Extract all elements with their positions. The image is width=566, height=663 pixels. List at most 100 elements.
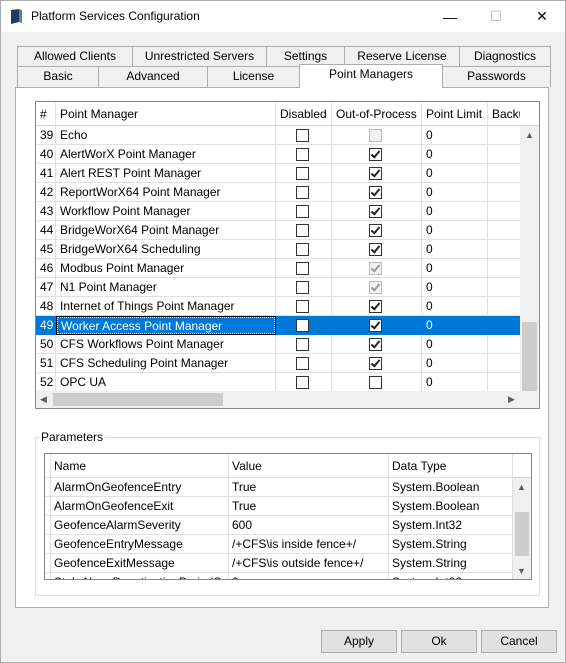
row-number-cell[interactable]: 49 [36, 316, 56, 335]
param-scroll-down-icon[interactable]: ▼ [517, 566, 526, 576]
row-number-cell[interactable]: 41 [36, 164, 56, 183]
scroll-up-icon[interactable]: ▲ [525, 130, 534, 140]
tab-advanced[interactable]: Advanced [98, 66, 208, 87]
out-of-process-cell[interactable] [332, 126, 422, 145]
out-of-process-checkbox[interactable] [369, 243, 382, 256]
table-row[interactable]: 43 Workflow Point Manager 0 [36, 202, 520, 221]
param-type-cell[interactable]: System.Boolean [389, 497, 513, 516]
point-manager-name-cell[interactable]: ReportWorX64 Point Manager [56, 183, 276, 202]
cancel-button[interactable]: Cancel [481, 630, 557, 653]
param-value-cell[interactable]: True [229, 497, 389, 516]
point-manager-name-cell[interactable]: BridgeWorX64 Scheduling [56, 240, 276, 259]
point-limit-cell[interactable]: 0 [422, 145, 488, 164]
tab-passwords[interactable]: Passwords [442, 66, 551, 87]
tab-basic[interactable]: Basic [17, 66, 99, 87]
row-number-cell[interactable]: 42 [36, 183, 56, 202]
out-of-process-cell[interactable] [332, 240, 422, 259]
disabled-checkbox[interactable] [296, 300, 309, 313]
point-manager-name-cell[interactable]: Alert REST Point Manager [56, 164, 276, 183]
disabled-checkbox[interactable] [296, 205, 309, 218]
close-button[interactable]: ✕ [519, 1, 565, 32]
grid-vertical-scrollbar[interactable]: ▲ [520, 126, 539, 394]
tab-allowed-clients[interactable]: Allowed Clients [17, 46, 133, 67]
disabled-cell[interactable] [276, 126, 332, 145]
out-of-process-checkbox[interactable] [369, 148, 382, 161]
disabled-cell[interactable] [276, 373, 332, 392]
point-manager-name-cell[interactable]: Internet of Things Point Manager [56, 297, 276, 316]
out-of-process-checkbox[interactable] [369, 224, 382, 237]
table-row[interactable]: 45 BridgeWorX64 Scheduling 0 [36, 240, 520, 259]
table-row[interactable]: 52 OPC UA 0 [36, 373, 520, 392]
maximize-button[interactable]: ☐ [473, 1, 519, 32]
disabled-checkbox[interactable] [296, 338, 309, 351]
backup-cell[interactable] [488, 221, 520, 240]
disabled-cell[interactable] [276, 297, 332, 316]
table-row[interactable]: 48 Internet of Things Point Manager 0 [36, 297, 520, 316]
out-of-process-cell[interactable] [332, 335, 422, 354]
row-number-cell[interactable]: 44 [36, 221, 56, 240]
disabled-checkbox[interactable] [296, 186, 309, 199]
out-of-process-checkbox[interactable] [369, 205, 382, 218]
backup-cell[interactable] [488, 316, 520, 335]
out-of-process-checkbox[interactable] [369, 376, 382, 389]
disabled-checkbox[interactable] [296, 148, 309, 161]
disabled-cell[interactable] [276, 278, 332, 297]
out-of-process-cell[interactable] [332, 259, 422, 278]
out-of-process-cell[interactable] [332, 164, 422, 183]
disabled-checkbox[interactable] [296, 243, 309, 256]
out-of-process-checkbox[interactable] [369, 167, 382, 180]
point-limit-cell[interactable]: 0 [422, 259, 488, 278]
out-of-process-cell[interactable] [332, 354, 422, 373]
out-of-process-checkbox[interactable] [369, 300, 382, 313]
table-row[interactable]: 39 Echo 0 [36, 126, 520, 145]
scroll-right-icon[interactable]: ▶ [508, 394, 515, 405]
row-number-cell[interactable]: 50 [36, 335, 56, 354]
disabled-cell[interactable] [276, 202, 332, 221]
row-number-cell[interactable]: 43 [36, 202, 56, 221]
point-manager-name-cell[interactable]: AlertWorX Point Manager [56, 145, 276, 164]
row-number-cell[interactable]: 48 [36, 297, 56, 316]
param-value-cell[interactable]: True [229, 478, 389, 497]
ok-button[interactable]: Ok [401, 630, 477, 653]
param-type-cell[interactable]: System.Boolean [389, 478, 513, 497]
out-of-process-cell[interactable] [332, 297, 422, 316]
point-manager-name-cell[interactable]: CFS Scheduling Point Manager [56, 354, 276, 373]
param-value-cell[interactable]: 600 [229, 516, 389, 535]
disabled-cell[interactable] [276, 240, 332, 259]
point-manager-name-cell[interactable]: N1 Point Manager [56, 278, 276, 297]
point-limit-cell[interactable]: 0 [422, 221, 488, 240]
tab-license[interactable]: License [207, 66, 300, 87]
table-row[interactable]: 42 ReportWorX64 Point Manager 0 [36, 183, 520, 202]
out-of-process-cell[interactable] [332, 183, 422, 202]
tab-diagnostics[interactable]: Diagnostics [459, 46, 551, 67]
row-number-cell[interactable]: 52 [36, 373, 56, 392]
param-col-value[interactable]: Value [229, 454, 389, 478]
param-value-cell[interactable]: 0 [229, 573, 389, 579]
out-of-process-checkbox[interactable] [369, 319, 382, 332]
scroll-left-icon[interactable]: ◀ [40, 394, 47, 405]
point-manager-grid[interactable]: # Point Manager Disabled Out-of-Process … [35, 101, 540, 409]
out-of-process-cell[interactable] [332, 316, 422, 335]
disabled-checkbox[interactable] [296, 319, 309, 332]
out-of-process-cell[interactable] [332, 221, 422, 240]
point-limit-cell[interactable]: 0 [422, 373, 488, 392]
backup-cell[interactable] [488, 202, 520, 221]
parameter-row[interactable]: AlarmOnGeofenceEntry True System.Boolean [45, 478, 513, 497]
parameter-row[interactable]: StaleAlarmDeactivationPeriodSec0System.I… [45, 573, 513, 579]
disabled-checkbox[interactable] [296, 281, 309, 294]
point-limit-cell[interactable]: 0 [422, 164, 488, 183]
table-row[interactable]: 40 AlertWorX Point Manager 0 [36, 145, 520, 164]
point-limit-cell[interactable]: 0 [422, 316, 488, 335]
param-type-cell[interactable]: System.Int32 [389, 516, 513, 535]
tab-point-managers[interactable]: Point Managers [299, 64, 443, 88]
point-manager-name-cell[interactable]: Modbus Point Manager [56, 259, 276, 278]
disabled-checkbox[interactable] [296, 167, 309, 180]
point-manager-name-cell[interactable]: OPC UA [56, 373, 276, 392]
out-of-process-cell[interactable] [332, 373, 422, 392]
point-manager-name-cell[interactable]: Worker Access Point Manager [56, 316, 276, 335]
table-row[interactable]: 47 N1 Point Manager 0 [36, 278, 520, 297]
disabled-checkbox[interactable] [296, 357, 309, 370]
table-row[interactable]: 51 CFS Scheduling Point Manager 0 [36, 354, 520, 373]
row-number-cell[interactable]: 45 [36, 240, 56, 259]
disabled-checkbox[interactable] [296, 376, 309, 389]
